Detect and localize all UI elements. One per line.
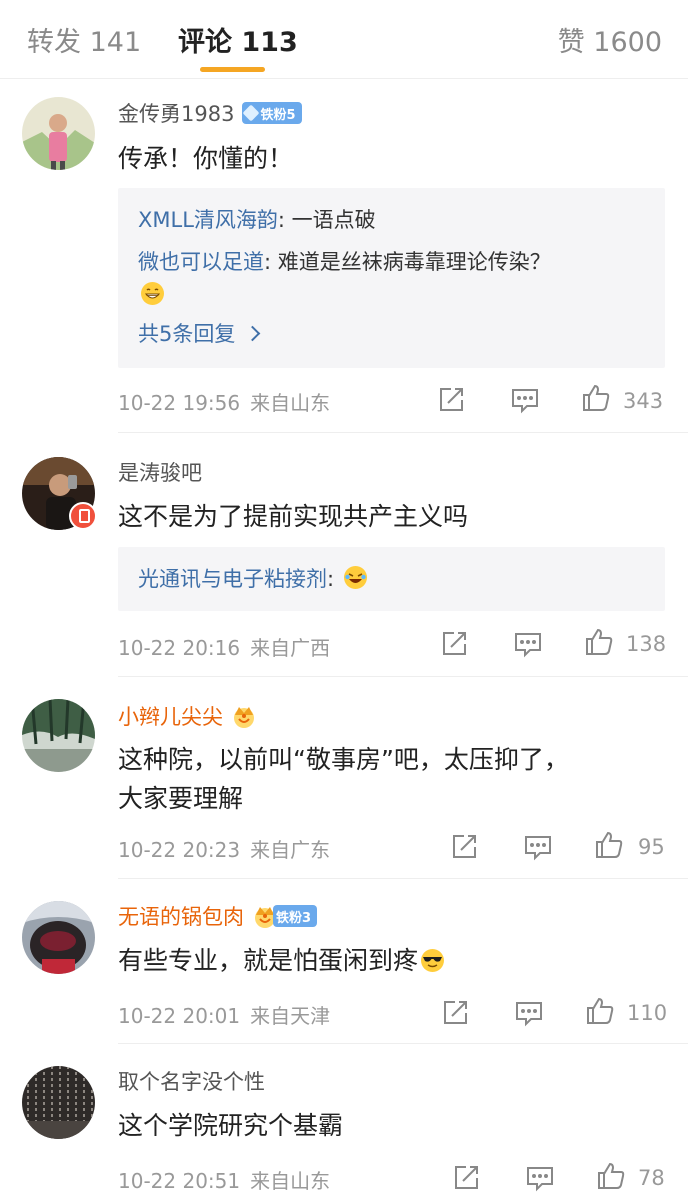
comment-location: 来自广东 (250, 838, 331, 862)
comment-text-line: 大家要理解 (118, 784, 244, 813)
share-icon[interactable] (440, 998, 470, 1028)
comment-time: 10-22 20:01 (118, 1004, 241, 1028)
tab-comments[interactable]: 评论 113 (178, 20, 298, 59)
like-count: 138 (626, 632, 667, 656)
comment-meta: 10-22 20:16 来自广西 (118, 632, 330, 661)
like-count: 343 (623, 389, 664, 413)
chevron-right-icon (245, 325, 261, 342)
share-icon[interactable] (436, 385, 466, 415)
like-count: 95 (638, 835, 665, 859)
comment-text-content: 有些专业，就是怕蛋闲到疼 (118, 946, 419, 975)
comment-location: 来自天津 (250, 1004, 331, 1028)
reply-username[interactable]: 微也可以足道 (138, 250, 264, 274)
username[interactable]: 小辫儿尖尖 (118, 701, 223, 731)
comment-text-line: 这种院，以前叫“敬事房”吧，太压抑了， (118, 745, 569, 774)
username[interactable]: 是涛骏吧 (118, 457, 202, 487)
comment-text: 传承！你懂的！ (118, 144, 294, 173)
reply-line: 微也可以足道: 难道是丝袜病毒靠理论传染？ (138, 247, 649, 277)
comment-header: 无语的锅包肉 铁粉3 (118, 901, 318, 931)
comment-icon[interactable] (510, 385, 540, 415)
comment-item: 小辫儿尖尖 这种院，以前叫“敬事房”吧，太压抑了， 大家要理解 10-22 20… (0, 677, 688, 879)
comment-header: 小辫儿尖尖 (118, 701, 259, 731)
comment-item: 金传勇1983 铁粉5 传承！你懂的！ XMLL清风海韵: 一语点破 微也可以足… (0, 79, 688, 433)
grin-emoji-icon (140, 281, 165, 306)
share-icon[interactable] (451, 1163, 481, 1193)
comment-icon[interactable] (525, 1163, 555, 1193)
more-replies-label: 共5条回复 (138, 322, 236, 346)
avatar[interactable] (22, 699, 95, 772)
active-tab-indicator (200, 67, 265, 72)
comment-header: 取个名字没个性 (118, 1066, 265, 1096)
more-replies-link[interactable]: 共5条回复 (138, 318, 261, 348)
like-icon[interactable] (594, 830, 626, 862)
comment-tabs-bar: 转发 141 评论 113 赞 1600 (0, 0, 688, 79)
comment-meta: 10-22 20:01 来自天津 (118, 1000, 330, 1029)
comment-time: 10-22 20:16 (118, 636, 241, 660)
comment-item: 取个名字没个性 这个学院研究个基霸 10-22 20:51 来自山东 78 (0, 1044, 688, 1200)
fan-badge[interactable]: 铁粉3 (250, 903, 318, 929)
fan-badge-label: 铁粉3 (273, 905, 318, 927)
laugh-cry-emoji-icon (343, 565, 368, 590)
comment-text: 这种院，以前叫“敬事房”吧，太压抑了， 大家要理解 (118, 740, 666, 818)
reply-line-emoji (138, 280, 649, 310)
reply-line: 光通讯与电子粘接剂: (138, 564, 649, 594)
avatar[interactable] (22, 1066, 95, 1139)
username[interactable]: 金传勇1983 (118, 98, 234, 128)
tab-likes[interactable]: 赞 1600 (558, 20, 662, 59)
comment-text: 有些专业，就是怕蛋闲到疼 (118, 941, 666, 980)
tab-reposts[interactable]: 转发 141 (27, 20, 141, 59)
reply-preview-box[interactable]: 光通讯与电子粘接剂: (118, 547, 665, 611)
comment-icon[interactable] (514, 998, 544, 1028)
comment-location: 来自广西 (250, 636, 331, 660)
reply-username[interactable]: XMLL清风海韵 (138, 208, 278, 232)
reply-text: : (327, 567, 335, 591)
like-icon[interactable] (581, 383, 613, 415)
comment-icon[interactable] (523, 832, 553, 862)
like-icon[interactable] (596, 1161, 628, 1193)
like-count: 78 (638, 1166, 665, 1190)
comment-item: 无语的锅包肉 铁粉3 有些专业，就是怕蛋闲到疼 10-22 20:01 来自天津 … (0, 879, 688, 1044)
comment-header: 是涛骏吧 (118, 457, 202, 487)
like-icon[interactable] (584, 627, 616, 659)
comment-icon[interactable] (513, 629, 543, 659)
reply-text: : 一语点破 (277, 208, 376, 232)
cool-sunglasses-emoji-icon (420, 948, 445, 973)
username[interactable]: 无语的锅包肉 (118, 901, 244, 931)
avatar[interactable] (22, 97, 95, 170)
share-icon[interactable] (449, 832, 479, 862)
verified-badge-icon (69, 502, 97, 530)
avatar[interactable] (22, 901, 95, 974)
reply-username[interactable]: 光通讯与电子粘接剂 (138, 567, 327, 591)
comment-text: 这个学院研究个基霸 (118, 1111, 344, 1140)
diamond-icon (242, 104, 260, 122)
comment-time: 10-22 20:51 (118, 1169, 241, 1193)
reply-text: : 难道是丝袜病毒靠理论传染？ (264, 250, 551, 274)
comment-meta: 10-22 20:51 来自山东 (118, 1165, 330, 1194)
comment-time: 10-22 19:56 (118, 391, 241, 415)
reply-line: XMLL清风海韵: 一语点破 (138, 205, 649, 235)
comment-time: 10-22 20:23 (118, 838, 241, 862)
comment-location: 来自山东 (250, 391, 331, 415)
like-icon[interactable] (585, 996, 617, 1028)
comment-item: 是涛骏吧 这不是为了提前实现共产主义吗 光通讯与电子粘接剂: 10-22 20:… (0, 433, 688, 677)
like-count: 110 (627, 1001, 668, 1025)
fan-badge-label: 铁粉5 (260, 107, 296, 123)
reply-preview-box[interactable]: XMLL清风海韵: 一语点破 微也可以足道: 难道是丝袜病毒靠理论传染？ 共5条… (118, 188, 665, 368)
username[interactable]: 取个名字没个性 (118, 1066, 265, 1096)
crown-vip-icon[interactable] (229, 703, 259, 729)
comment-meta: 10-22 19:56 来自山东 (118, 387, 330, 416)
comment-text: 这不是为了提前实现共产主义吗 (118, 502, 469, 531)
share-icon[interactable] (439, 629, 469, 659)
comment-header: 金传勇1983 铁粉5 (118, 98, 302, 128)
comment-location: 来自山东 (250, 1169, 331, 1193)
fan-badge[interactable]: 铁粉5 (242, 102, 302, 124)
comment-meta: 10-22 20:23 来自广东 (118, 834, 330, 863)
